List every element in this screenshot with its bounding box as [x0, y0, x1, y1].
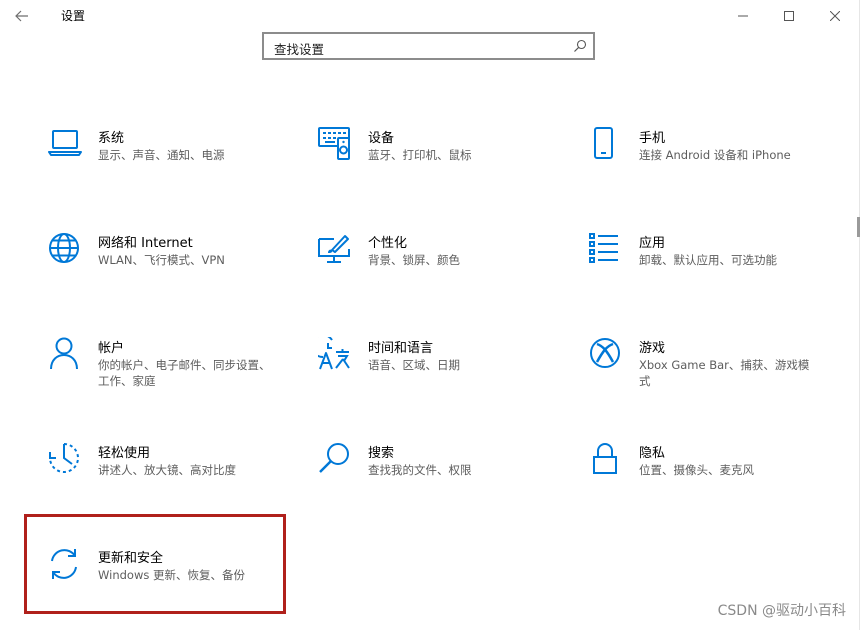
- category-title: 搜索: [368, 446, 395, 461]
- category-description: 蓝牙、打印机、鼠标: [368, 148, 472, 162]
- category-search[interactable]: 搜索 查找我的文件、权限: [318, 442, 558, 502]
- category-personalization[interactable]: 个性化 背景、锁屏、颜色: [318, 232, 558, 292]
- category-title: 时间和语言: [368, 341, 434, 356]
- category-description: 讲述人、放大镜、高对比度: [98, 463, 236, 477]
- category-system[interactable]: 系统 显示、声音、通知、电源: [48, 127, 288, 187]
- category-title: 游戏: [639, 341, 666, 356]
- category-privacy[interactable]: 隐私 位置、摄像头、麦克风: [589, 442, 829, 502]
- category-title: 网络和 Internet: [98, 236, 193, 251]
- category-devices[interactable]: 设备 蓝牙、打印机、鼠标: [318, 127, 558, 187]
- category-phone[interactable]: 手机 连接 Android 设备和 iPhone: [589, 127, 829, 187]
- category-title: 轻松使用: [98, 446, 151, 461]
- laptop-icon: [48, 130, 82, 156]
- category-description: 查找我的文件、权限: [368, 463, 472, 477]
- minimize-icon: [738, 15, 748, 17]
- category-accounts[interactable]: 帐户 你的帐户、电子邮件、同步设置、工作、家庭: [48, 337, 288, 397]
- keyboard-devices-icon: [318, 127, 350, 160]
- personalization-icon: [318, 235, 350, 263]
- close-button[interactable]: [812, 0, 858, 32]
- close-icon: [830, 11, 840, 21]
- category-description: 位置、摄像头、麦克风: [639, 463, 754, 477]
- maximize-button[interactable]: [766, 0, 812, 32]
- highlight-box: [24, 514, 286, 614]
- category-title: 设备: [368, 131, 395, 146]
- category-description: 卸载、默认应用、可选功能: [639, 253, 777, 267]
- arrow-left-icon: [15, 10, 28, 22]
- time-language-icon: [318, 337, 350, 370]
- category-gaming[interactable]: 游戏 Xbox Game Bar、捕获、游戏模式: [589, 337, 829, 397]
- search-input[interactable]: 查找设置: [262, 32, 595, 60]
- apps-list-icon: [589, 233, 618, 263]
- category-description: 语音、区域、日期: [368, 358, 460, 372]
- category-description: Xbox Game Bar、捕获、游戏模式: [639, 358, 810, 388]
- category-title: 帐户: [98, 341, 125, 356]
- category-description: 连接 Android 设备和 iPhone: [639, 148, 791, 162]
- category-title: 隐私: [639, 446, 666, 461]
- back-button[interactable]: [10, 4, 34, 28]
- category-description: 你的帐户、电子邮件、同步设置、工作、家庭: [98, 358, 271, 388]
- category-description: WLAN、飞行模式、VPN: [98, 253, 225, 267]
- app-title: 设置: [61, 9, 86, 23]
- category-title: 个性化: [368, 236, 408, 251]
- category-apps[interactable]: 应用 卸载、默认应用、可选功能: [589, 232, 829, 292]
- category-description: 显示、声音、通知、电源: [98, 148, 225, 162]
- maximize-icon: [784, 11, 794, 21]
- lock-icon: [593, 443, 617, 474]
- phone-icon: [594, 127, 613, 159]
- title-bar: 设置: [0, 0, 860, 32]
- person-icon: [50, 337, 78, 370]
- category-title: 应用: [639, 236, 666, 251]
- watermark: CSDN @驱动小百科: [717, 603, 846, 619]
- category-title: 系统: [98, 131, 125, 146]
- category-time-language[interactable]: 时间和语言 语音、区域、日期: [318, 337, 558, 397]
- search-icon: [574, 39, 587, 52]
- category-network[interactable]: 网络和 Internet WLAN、飞行模式、VPN: [48, 232, 288, 292]
- minimize-button[interactable]: [720, 0, 766, 32]
- category-ease-of-access[interactable]: 轻松使用 讲述人、放大镜、高对比度: [48, 442, 288, 502]
- xbox-icon: [590, 338, 620, 368]
- globe-icon: [49, 233, 79, 263]
- category-title: 手机: [639, 131, 666, 146]
- search-placeholder: 查找设置: [274, 42, 325, 57]
- search-magnifier-icon: [319, 443, 349, 473]
- category-description: 背景、锁屏、颜色: [368, 253, 460, 267]
- ease-of-access-icon: [49, 443, 79, 473]
